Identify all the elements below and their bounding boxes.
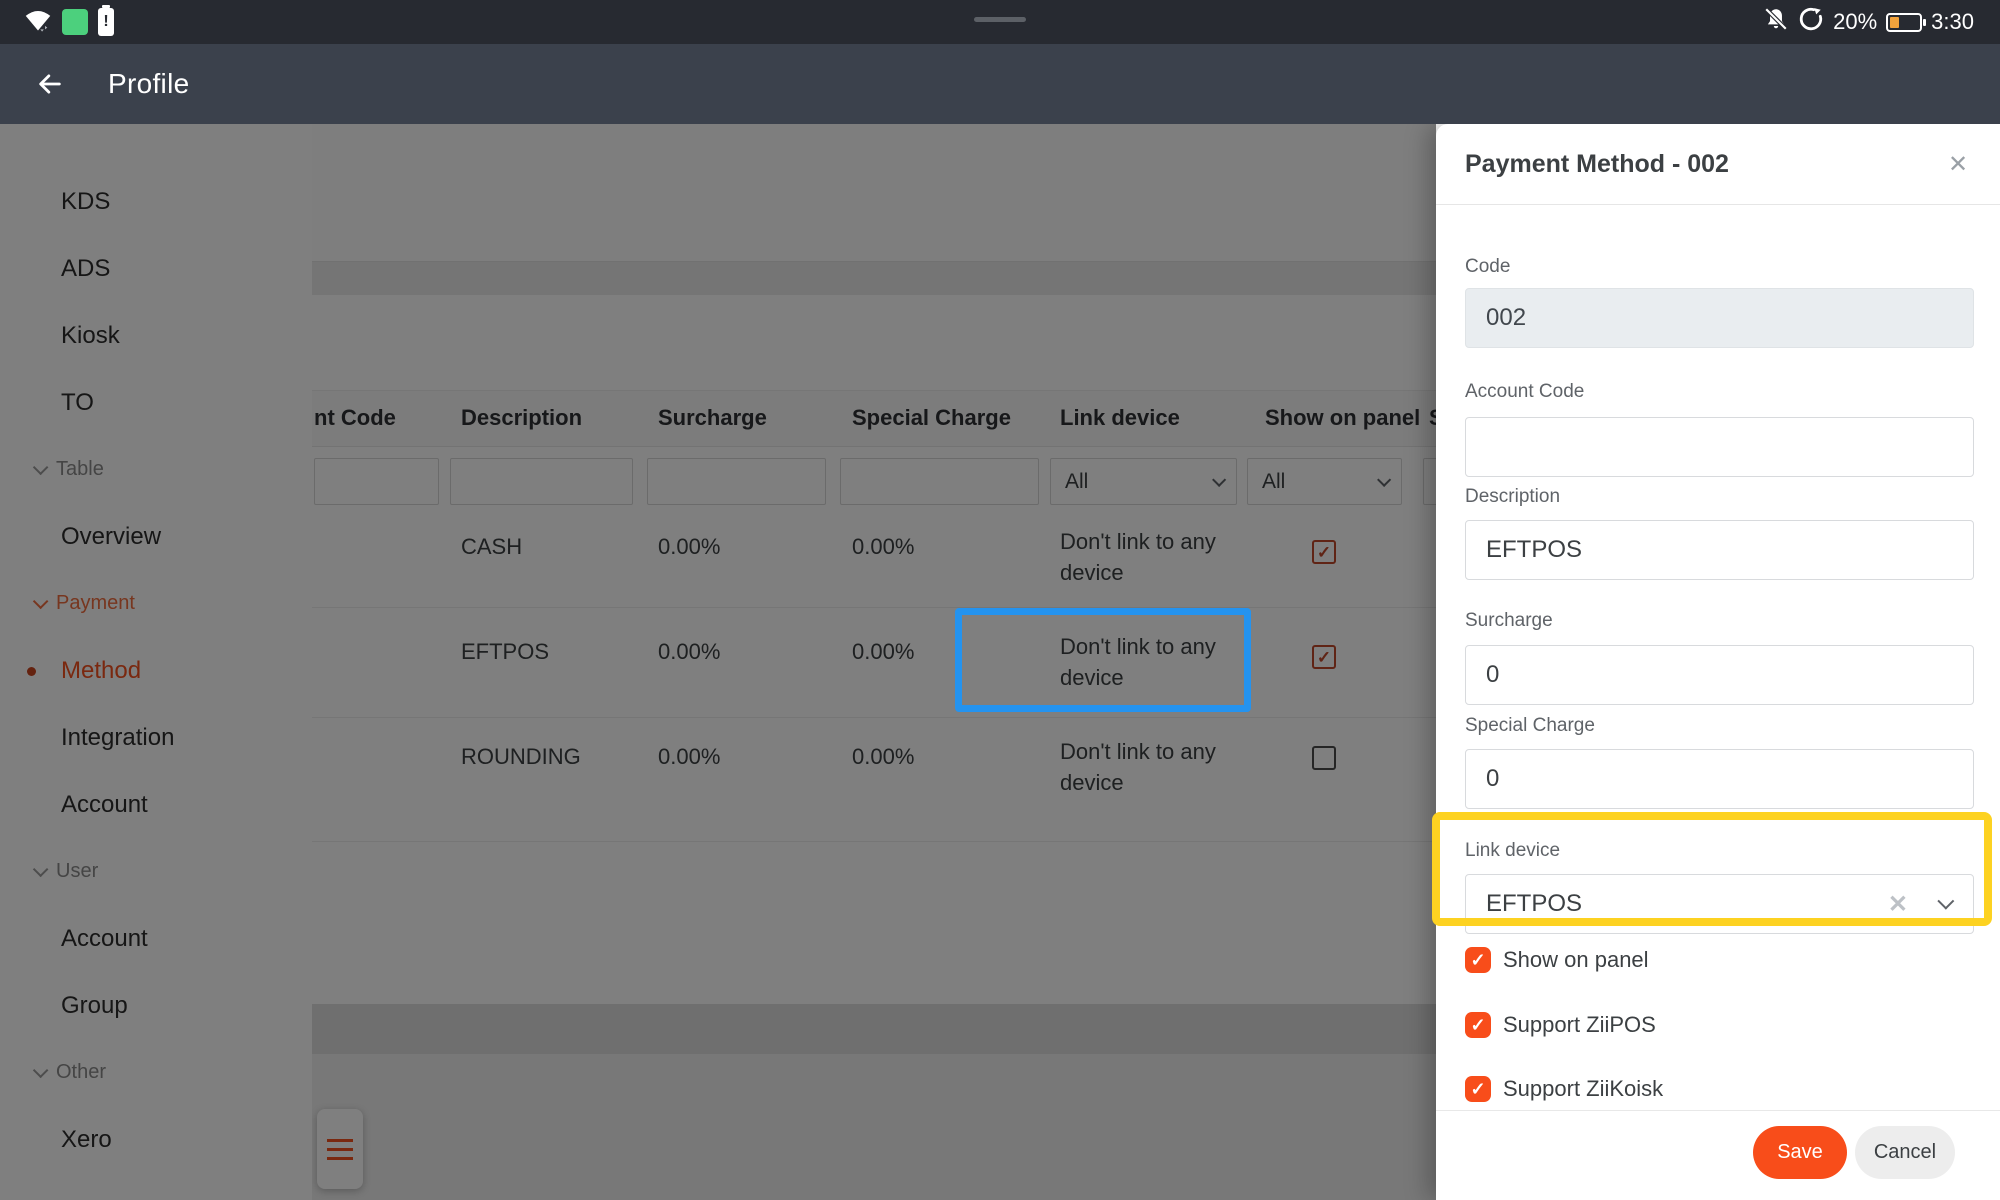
battery-percent-text: 20% [1833,9,1878,34]
battery-alert-icon: ! [98,5,114,36]
drawer-footer: Save Cancel [1465,1111,1974,1179]
close-icon[interactable]: ✕ [1940,146,1976,182]
checkbox-checked-icon[interactable]: ✓ [1465,947,1491,973]
payment-method-drawer: Payment Method - 002 ✕ Code Account Code… [1436,124,2000,1200]
wifi-icon [24,8,52,37]
checkbox-label: Support ZiiKoisk [1503,1076,1664,1101]
checkbox-label: Show on panel [1503,947,1649,972]
checkbox-checked-icon[interactable]: ✓ [1465,1012,1491,1038]
page-title: Profile [108,68,190,99]
description-label: Description [1465,486,1561,507]
account-code-label: Account Code [1465,381,1585,402]
drawer-header: Payment Method - 002 ✕ [1436,124,2000,205]
code-field [1465,288,1974,348]
support-ziikoisk-checkbox-row[interactable]: ✓ Support ZiiKoisk [1465,1074,1974,1104]
support-ziipos-checkbox-row[interactable]: ✓ Support ZiiPOS [1465,1010,1974,1040]
blue-highlight-box [955,608,1251,712]
checkbox-checked-icon[interactable]: ✓ [1465,1076,1491,1102]
check-icon: ✓ [1470,1079,1486,1099]
check-icon: ✓ [1470,950,1486,970]
clock-text: 3:30 [1931,9,1974,34]
surcharge-label: Surcharge [1465,610,1553,631]
data-saver-icon [1798,6,1824,38]
battery-icon [1886,12,1927,32]
cancel-button[interactable]: Cancel [1855,1126,1955,1179]
gesture-handle [974,17,1026,22]
notifications-off-icon [1763,6,1789,38]
drawer-body: Code Account Code Description Surcharge … [1436,255,2000,1179]
account-code-field[interactable] [1465,417,1974,477]
code-label: Code [1465,256,1511,277]
description-field[interactable] [1465,520,1974,580]
back-button[interactable] [28,62,72,106]
status-bar: ! 20% 3:30 [0,0,2000,44]
screen: ! 20% 3:30 Profile KDS ADS Kiosk TO Tabl… [0,0,2000,1200]
app-bar: Profile [0,44,2000,124]
app-indicator-icon [62,9,88,35]
special-charge-field[interactable] [1465,749,1974,809]
yellow-highlight-box [1432,812,1992,926]
special-charge-label: Special Charge [1465,715,1595,736]
save-button[interactable]: Save [1753,1126,1847,1179]
check-icon: ✓ [1470,1015,1486,1035]
show-on-panel-checkbox-row[interactable]: ✓ Show on panel [1465,945,1974,975]
checkbox-label: Support ZiiPOS [1503,1012,1656,1037]
drawer-title: Payment Method - 002 [1465,149,1729,178]
surcharge-field[interactable] [1465,645,1974,705]
